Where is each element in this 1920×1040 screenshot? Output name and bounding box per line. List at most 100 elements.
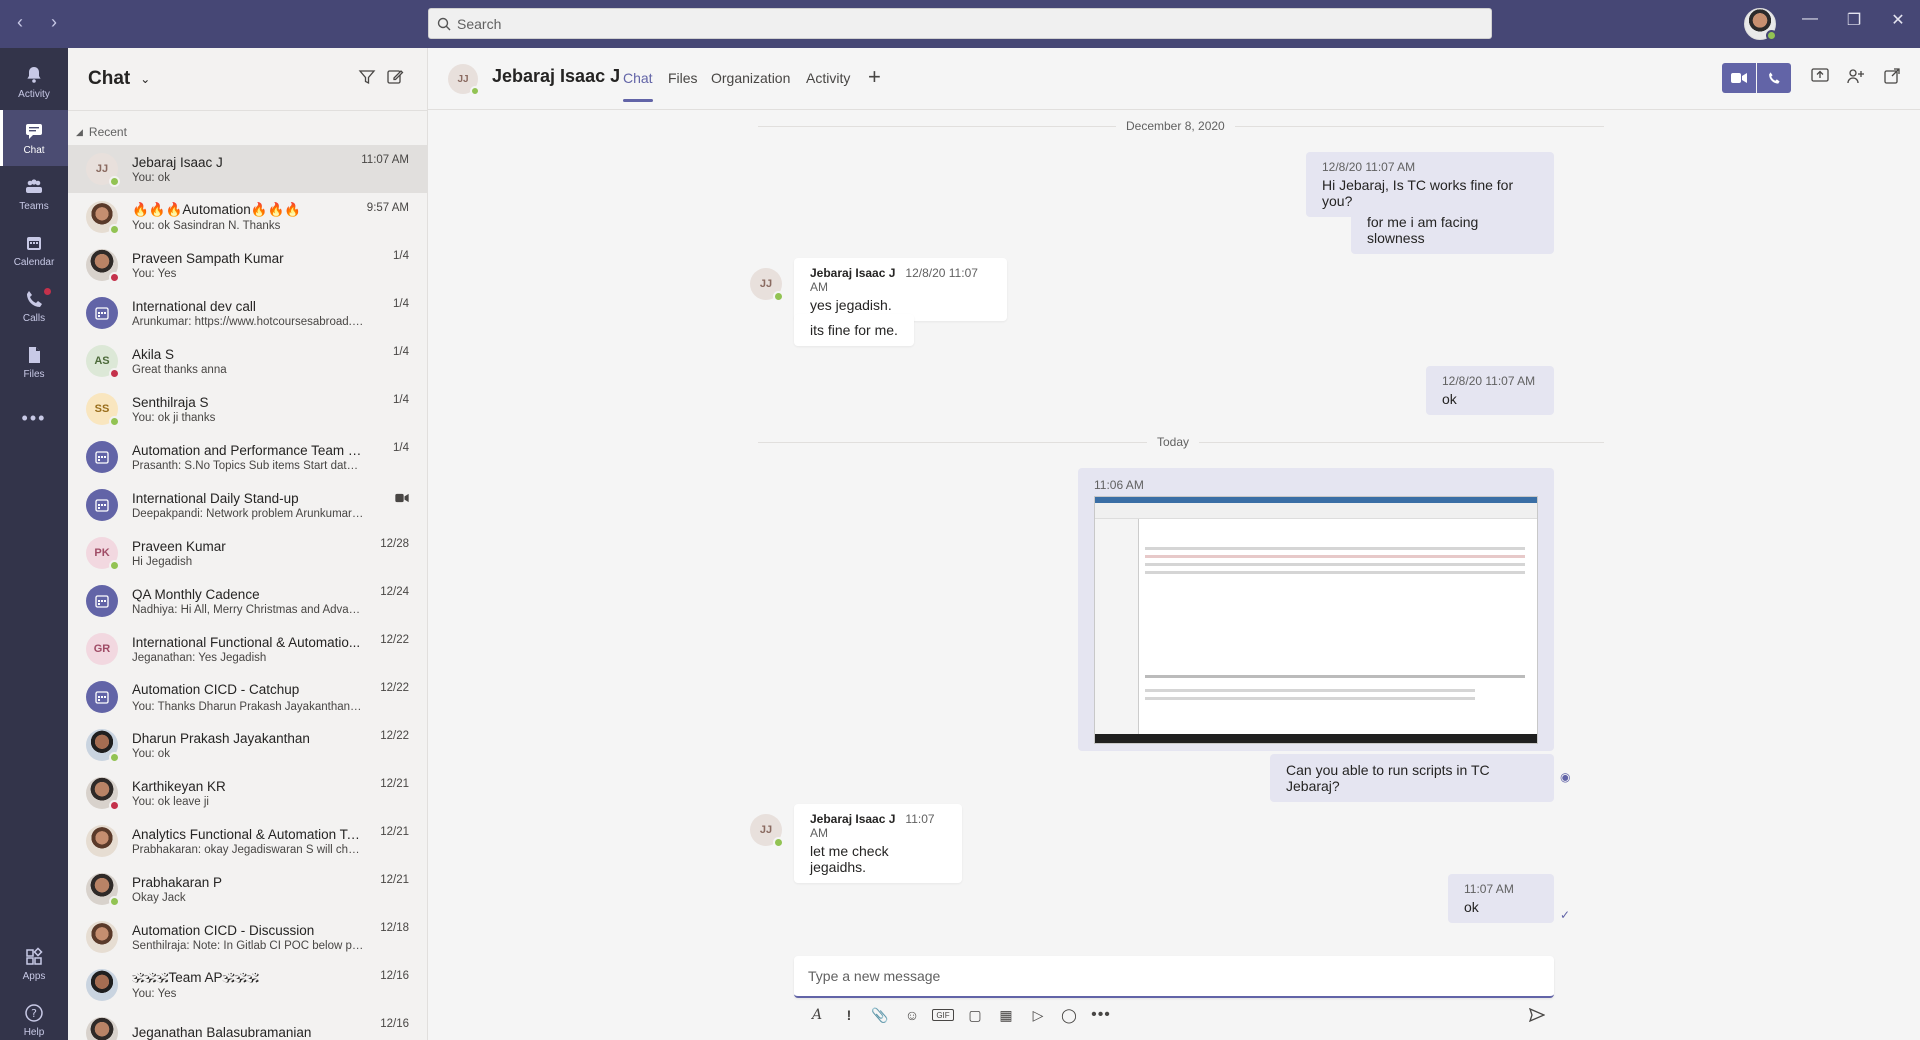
avatar[interactable]: JJ	[750, 814, 784, 848]
avatar: PK	[86, 537, 120, 571]
avatar[interactable]: JJ	[448, 64, 480, 96]
meet-now-icon[interactable]: ▦	[995, 1004, 1017, 1026]
received-message[interactable]: Jebaraj Isaac J 11:07 AM let me check jeg…	[794, 804, 962, 883]
stream-icon[interactable]: ▷	[1027, 1004, 1049, 1026]
more-options-icon[interactable]: •••	[1090, 1004, 1112, 1026]
chat-item-name: Praveen Sampath Kumar	[132, 250, 284, 266]
date-label: Today	[1147, 435, 1200, 449]
presence-busy-icon	[109, 272, 120, 283]
chevron-down-icon[interactable]: ⌄	[140, 72, 150, 86]
restore-icon[interactable]: ❐	[1839, 10, 1869, 30]
rail-files[interactable]: Files	[0, 334, 68, 390]
search-box[interactable]: Search	[428, 8, 1492, 39]
back-arrow-icon[interactable]: ‹	[10, 12, 30, 33]
my-message[interactable]: 11:07 AM ok	[1448, 874, 1554, 923]
rail-calls[interactable]: Calls	[0, 278, 68, 334]
tab-files[interactable]: Files	[668, 70, 698, 86]
chat-list-item[interactable]: AS Akila S Great thanks anna 1/4	[68, 337, 427, 385]
tab-chat[interactable]: Chat	[623, 70, 653, 102]
screenshot-image[interactable]	[1094, 496, 1538, 744]
chat-item-name: Dharun Prakash Jayakanthan	[132, 730, 310, 746]
attach-icon[interactable]: 📎	[869, 1004, 891, 1026]
rail-teams[interactable]: Teams	[0, 166, 68, 222]
filter-icon[interactable]	[358, 68, 376, 91]
compose-box[interactable]	[794, 956, 1554, 998]
avatar	[86, 777, 120, 811]
rail-calendar[interactable]: Calendar	[0, 222, 68, 278]
profile-avatar[interactable]	[1744, 8, 1777, 41]
more-apps-icon[interactable]: •••	[0, 390, 68, 446]
conversation-title: Jebaraj Isaac J	[492, 66, 621, 86]
chat-item-text: Prabhakaran P Okay Jack	[132, 875, 364, 904]
chat-list-item[interactable]: Automation CICD - Discussion Senthilraja:…	[68, 913, 427, 961]
add-tab-icon[interactable]: +	[868, 64, 881, 90]
chat-list-item[interactable]: QA Monthly Cadence Nadhiya: Hi All, Merry…	[68, 577, 427, 625]
chat-list-item[interactable]: GR International Functional & Automatio..…	[68, 625, 427, 673]
chat-list-item[interactable]: International dev call Arunkumar: https:/…	[68, 289, 427, 337]
chat-item-name: Praveen Kumar	[132, 538, 226, 554]
forward-arrow-icon[interactable]: ›	[44, 12, 64, 33]
new-chat-icon[interactable]	[386, 68, 404, 91]
avatar-initials: JJ	[457, 73, 469, 85]
avatar[interactable]: JJ	[750, 268, 784, 302]
add-people-icon[interactable]	[1847, 68, 1865, 89]
chat-item-preview: Okay Jack	[132, 891, 186, 904]
tab-activity[interactable]: Activity	[806, 70, 850, 86]
rail-chat[interactable]: Chat	[0, 110, 68, 166]
chat-item-name: Jebaraj Isaac J	[132, 154, 223, 170]
chat-list-item[interactable]: JJ Jebaraj Isaac J You: ok 11:07 AM	[68, 145, 427, 193]
sticker-icon[interactable]: ▢	[964, 1004, 986, 1026]
my-message[interactable]: 12/8/20 11:07 AM ok	[1426, 366, 1554, 415]
rail-apps[interactable]: Apps	[0, 936, 68, 992]
chat-list-item[interactable]: Jeganathan Balasubramanian 12/16	[68, 1009, 427, 1040]
minimize-icon[interactable]: —	[1795, 10, 1825, 28]
chat-item-preview: Hi Jegadish	[132, 555, 193, 568]
chat-item-text: Senthilraja S You: ok ji thanks	[132, 395, 364, 424]
image-message[interactable]: 11:06 AM	[1078, 468, 1554, 751]
tab-organization[interactable]: Organization	[711, 70, 790, 86]
share-screen-icon[interactable]	[1811, 68, 1829, 89]
chat-list-item[interactable]: Prabhakaran P Okay Jack 12/21	[68, 865, 427, 913]
chat-list-item[interactable]: Automation and Performance Team Catc... P…	[68, 433, 427, 481]
screenshot-taskbar	[1095, 734, 1537, 743]
apps-icon	[26, 946, 43, 965]
chat-list-header: Chat ⌄	[68, 48, 427, 110]
chat-list-item[interactable]: Analytics Functional & Automation Te... P…	[68, 817, 427, 865]
chat-list-item[interactable]: SS Senthilraja S You: ok ji thanks 1/4	[68, 385, 427, 433]
rail-activity[interactable]: Activity	[0, 54, 68, 110]
chat-list-item[interactable]: 🔥🔥🔥Automation🔥🔥🔥 You: ok Sasindran N. Tha…	[68, 193, 427, 241]
received-message[interactable]: its fine for me.	[794, 314, 914, 346]
group-chat-icon	[86, 297, 118, 329]
chat-item-preview: Arunkumar: https://www.hotcoursesabroad.…	[132, 315, 364, 328]
close-icon[interactable]: ✕	[1883, 10, 1913, 30]
chat-list-item[interactable]: Karthikeyan KR You: ok leave ji 12/21	[68, 769, 427, 817]
format-icon[interactable]: A	[806, 1004, 828, 1026]
received-message[interactable]: Jebaraj Isaac J 12/8/20 11:07 AM yes jega…	[794, 258, 1007, 321]
chat-list-item[interactable]: 🕉🕉🕉Team AP🕉🕉🕉 You: Yes 12/16	[68, 961, 427, 1009]
chat-list-item[interactable]: International Daily Stand-up Deepakpandi:…	[68, 481, 427, 529]
chat-list-item[interactable]: Dharun Prakash Jayakanthan You: ok 12/22	[68, 721, 427, 769]
chat-item-time: 12/28	[380, 538, 409, 550]
chat-list-item[interactable]: Automation CICD - Catchup You: Thanks Dha…	[68, 673, 427, 721]
chat-item-name: Jeganathan Balasubramanian	[132, 1024, 312, 1040]
video-call-button[interactable]	[1722, 63, 1756, 93]
pop-out-icon[interactable]	[1884, 68, 1900, 89]
chat-list-title[interactable]: Chat	[88, 68, 130, 90]
praise-icon[interactable]: ◯	[1058, 1004, 1080, 1026]
send-icon[interactable]	[1526, 1004, 1548, 1026]
gif-icon[interactable]: GIF	[932, 1009, 954, 1021]
chat-item-time: 1/4	[393, 250, 409, 262]
chat-item-name: Prabhakaran P	[132, 874, 223, 890]
chat-list-item[interactable]: Praveen Sampath Kumar You: Yes 1/4	[68, 241, 427, 289]
my-message[interactable]: for me i am facing slowness	[1351, 206, 1554, 254]
chat-list-item[interactable]: PK Praveen Kumar Hi Jegadish 12/28	[68, 529, 427, 577]
recent-section[interactable]: ◢ Recent	[68, 111, 427, 145]
screenshot-row	[1145, 563, 1525, 566]
audio-call-button[interactable]	[1757, 63, 1791, 93]
rail-label: Teams	[19, 200, 49, 212]
important-icon[interactable]: !	[838, 1004, 860, 1026]
message-input[interactable]	[808, 968, 1528, 984]
my-message[interactable]: Can you able to run scripts in TC Jebara…	[1270, 754, 1554, 802]
emoji-icon[interactable]: ☺	[901, 1004, 923, 1026]
rail-help[interactable]: ? Help	[0, 992, 68, 1040]
